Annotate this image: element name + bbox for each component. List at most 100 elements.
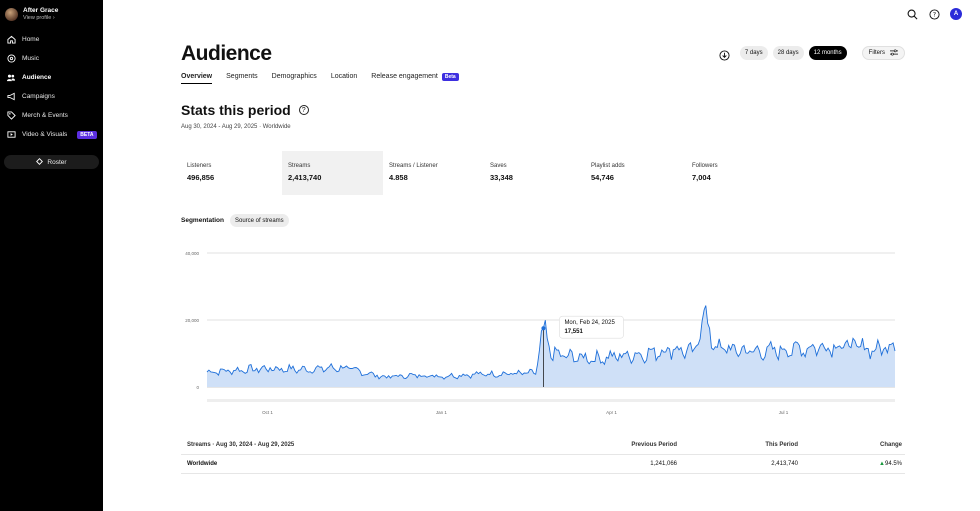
data-point [541,326,546,331]
segmentation-label: Segmentation [181,217,224,224]
view-profile-link[interactable]: View profile › [23,15,58,22]
row-name: Worldwide [187,461,218,467]
table-header: Streams · Aug 30, 2024 - Aug 29, 2025 Pr… [181,436,905,455]
download-icon[interactable] [719,48,730,61]
stat-streams-per-listener[interactable]: Streams / Listener 4.858 [383,151,484,195]
x-tick-label: Jul 1 [779,410,789,415]
column-header: Change [879,442,902,448]
top-bar-icons: ? A [906,8,962,20]
sidebar-item-label: Campaigns [22,93,55,100]
stat-value: 54,746 [591,173,614,182]
video-icon [6,130,16,140]
stat-value: 4.858 [389,173,408,182]
x-tick-label: Jan 1 [436,410,448,415]
audience-icon [6,73,16,83]
stat-label: Streams [288,163,311,169]
stat-followers[interactable]: Followers 7,004 [686,151,787,195]
row-change: ▲94.5% [798,461,902,467]
period-controls: 7 days 28 days 12 months Filters [719,46,905,61]
stat-streams[interactable]: Streams 2,413,740 [282,151,383,195]
series-area [207,305,895,387]
stat-listeners[interactable]: Listeners 496,856 [181,151,282,195]
filters-button[interactable]: Filters [861,46,905,60]
tooltip-date: Mon, Feb 24, 2025 [564,320,615,326]
megaphone-icon [6,92,16,102]
roster-button[interactable]: Roster [4,155,99,169]
tab-overview[interactable]: Overview [181,73,213,84]
tab-release-engagement[interactable]: Release engagement Beta [371,73,459,84]
page-title: Audience [181,42,272,65]
stats-title: Stats this period [181,102,291,118]
sidebar-item-label: Video & Visuals [22,131,68,138]
x-tick-label: Apr 1 [606,410,617,415]
column-header: Streams · Aug 30, 2024 - Aug 29, 2025 [187,442,295,448]
sidebar-item-music[interactable]: Music [4,49,99,68]
x-tick-label: Oct 1 [262,410,273,415]
period-12-months[interactable]: 12 months [808,46,847,60]
y-tick-label: 0 [196,385,199,390]
tab-demographics[interactable]: Demographics [272,73,317,84]
period-28-days[interactable]: 28 days [772,46,804,60]
home-icon [6,35,16,45]
column-header: This Period [765,442,798,448]
tag-icon [6,111,16,121]
stat-label: Playlist adds [591,163,625,169]
sidebar-item-label: Merch & Events [22,112,68,119]
column-header: Previous Period [631,442,677,448]
filters-label: Filters [868,50,885,56]
sidebar-item-label: Home [22,36,40,43]
stat-saves[interactable]: Saves 33,348 [484,151,585,195]
artist-name: After Grace [23,7,59,14]
sidebar-item-audience[interactable]: Audience [4,68,99,87]
tab-segments[interactable]: Segments [226,73,258,84]
sliders-icon [890,49,898,58]
stat-label: Streams / Listener [389,163,438,169]
sidebar-item-video-visuals[interactable]: Video & Visuals BETA [4,125,99,144]
stat-playlist-adds[interactable]: Playlist adds 54,746 [585,151,686,195]
audience-tabs: Overview Segments Demographics Location … [181,73,459,84]
main-content: ? A Audience 7 days 28 days 12 months Fi… [103,0,980,511]
roster-icon [36,157,44,167]
roster-label: Roster [47,158,67,166]
stat-label: Followers [692,163,718,169]
sidebar: After Grace View profile › Home Music Au… [0,0,103,511]
stat-value: 33,348 [490,173,513,182]
tab-label: Release engagement [371,73,438,80]
section-title: Stats this period ? [181,102,309,118]
segmentation-control: Segmentation Source of streams [181,214,289,227]
y-tick-label: 20,000 [185,318,199,323]
table-row[interactable]: Worldwide 1,241,066 2,413,740 ▲94.5% [181,455,905,474]
stat-value: 2,413,740 [288,173,322,182]
help-icon[interactable]: ? [298,105,309,115]
search-icon[interactable] [906,8,918,20]
date-range: Aug 30, 2024 - Aug 29, 2025 · Worldwide [181,124,291,130]
tab-location[interactable]: Location [331,73,357,84]
help-icon[interactable]: ? [928,8,940,20]
sidebar-item-merch-events[interactable]: Merch & Events [4,106,99,125]
beta-badge: Beta [441,73,459,81]
y-tick-label: 40,000 [185,251,199,256]
tooltip-value: 17,551 [564,329,583,335]
row-current: 2,413,740 [771,461,798,467]
row-previous: 1,241,066 [650,461,677,467]
stat-label: Listeners [187,163,212,169]
period-7-days[interactable]: 7 days [739,46,768,60]
streams-chart[interactable]: 0 20,000 40,000 Oct 1 Jan 1 Apr 1 Jul 1 Mon, Fe… [181,244,905,424]
segmentation-chip[interactable]: Source of streams [229,214,289,227]
user-avatar[interactable]: A [950,8,962,20]
change-value: 94.5% [884,461,902,467]
streams-table: Streams · Aug 30, 2024 - Aug 29, 2025 Pr… [181,436,905,474]
beta-badge: BETA [77,130,97,139]
sidebar-item-home[interactable]: Home [4,30,99,49]
stat-value: 7,004 [692,173,711,182]
profile-link[interactable]: After Grace View profile › [4,7,99,22]
stats-row: Listeners 496,856 Streams 2,413,740 Stre… [181,151,787,195]
stat-label: Saves [490,163,507,169]
chart-scrollbar [207,399,895,402]
artist-avatar [5,8,18,21]
sidebar-item-campaigns[interactable]: Campaigns [4,87,99,106]
sidebar-item-label: Music [22,55,39,62]
svg-text:?: ? [932,10,935,18]
sidebar-item-label: Audience [22,74,52,81]
stat-value: 496,856 [187,173,215,182]
